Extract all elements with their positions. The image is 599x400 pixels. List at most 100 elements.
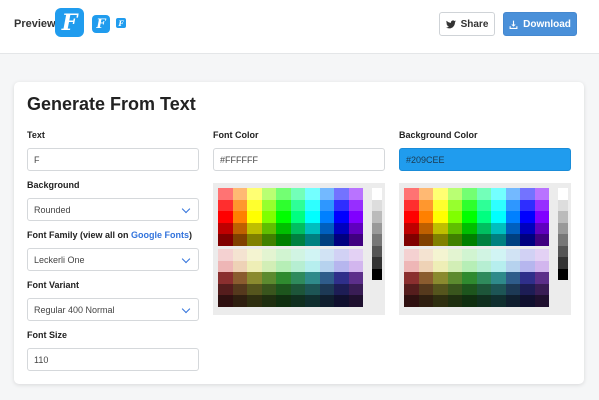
- color-swatch[interactable]: [319, 211, 334, 223]
- color-swatch[interactable]: [404, 222, 419, 234]
- gray-swatch[interactable]: [372, 257, 382, 269]
- color-swatch[interactable]: [505, 295, 520, 307]
- color-swatch[interactable]: [334, 295, 349, 307]
- color-swatch[interactable]: [418, 234, 433, 246]
- color-swatch[interactable]: [305, 283, 320, 295]
- color-swatch[interactable]: [247, 283, 262, 295]
- gray-swatch[interactable]: [558, 268, 568, 280]
- color-swatch[interactable]: [534, 188, 549, 200]
- color-swatch[interactable]: [319, 283, 334, 295]
- font-size-input[interactable]: 110: [27, 348, 199, 371]
- color-swatch[interactable]: [276, 249, 291, 261]
- color-swatch[interactable]: [447, 211, 462, 223]
- color-swatch[interactable]: [404, 272, 419, 284]
- color-swatch[interactable]: [505, 234, 520, 246]
- color-swatch[interactable]: [290, 295, 305, 307]
- color-swatch[interactable]: [447, 272, 462, 284]
- color-swatch-grid-pastel[interactable]: [218, 249, 363, 307]
- color-swatch[interactable]: [334, 234, 349, 246]
- color-swatch[interactable]: [462, 222, 477, 234]
- color-swatch[interactable]: [218, 283, 233, 295]
- color-swatch[interactable]: [491, 234, 506, 246]
- color-swatch[interactable]: [433, 188, 448, 200]
- color-swatch[interactable]: [290, 188, 305, 200]
- color-swatch[interactable]: [534, 199, 549, 211]
- color-swatch[interactable]: [404, 199, 419, 211]
- color-swatch[interactable]: [491, 199, 506, 211]
- color-swatch[interactable]: [305, 249, 320, 261]
- color-swatch[interactable]: [305, 211, 320, 223]
- color-swatch[interactable]: [261, 295, 276, 307]
- color-swatch[interactable]: [247, 260, 262, 272]
- color-swatch[interactable]: [319, 199, 334, 211]
- color-swatch[interactable]: [534, 211, 549, 223]
- gray-swatch[interactable]: [372, 245, 382, 257]
- color-swatch[interactable]: [433, 272, 448, 284]
- color-swatch[interactable]: [218, 249, 233, 261]
- color-swatch[interactable]: [476, 234, 491, 246]
- color-swatch[interactable]: [505, 199, 520, 211]
- color-swatch[interactable]: [534, 295, 549, 307]
- color-swatch[interactable]: [520, 222, 535, 234]
- color-swatch-grid-pastel[interactable]: [404, 249, 549, 307]
- share-button[interactable]: Share: [439, 12, 495, 36]
- color-swatch[interactable]: [290, 283, 305, 295]
- color-swatch[interactable]: [404, 295, 419, 307]
- color-swatch[interactable]: [447, 222, 462, 234]
- color-swatch[interactable]: [404, 260, 419, 272]
- color-swatch[interactable]: [462, 234, 477, 246]
- color-swatch[interactable]: [418, 188, 433, 200]
- color-swatch[interactable]: [305, 188, 320, 200]
- color-swatch[interactable]: [447, 234, 462, 246]
- color-swatch[interactable]: [232, 260, 247, 272]
- color-swatch[interactable]: [290, 211, 305, 223]
- color-swatch[interactable]: [505, 272, 520, 284]
- font-variant-select[interactable]: Regular 400 Normal: [27, 298, 199, 321]
- color-swatch[interactable]: [247, 295, 262, 307]
- color-swatch[interactable]: [404, 211, 419, 223]
- gray-swatch[interactable]: [372, 199, 382, 211]
- color-swatch[interactable]: [276, 295, 291, 307]
- color-swatch[interactable]: [261, 188, 276, 200]
- color-swatch[interactable]: [334, 188, 349, 200]
- color-swatch[interactable]: [232, 249, 247, 261]
- font-color-picker[interactable]: [213, 183, 385, 315]
- download-button[interactable]: Download: [503, 12, 577, 36]
- color-swatch[interactable]: [433, 283, 448, 295]
- color-swatch[interactable]: [476, 188, 491, 200]
- gray-swatch[interactable]: [558, 188, 568, 200]
- color-swatch[interactable]: [319, 295, 334, 307]
- background-color-picker[interactable]: [399, 183, 571, 315]
- gray-swatch[interactable]: [372, 188, 382, 200]
- color-swatch[interactable]: [433, 211, 448, 223]
- color-swatch[interactable]: [348, 199, 363, 211]
- color-swatch[interactable]: [491, 222, 506, 234]
- color-swatch[interactable]: [433, 249, 448, 261]
- color-swatch[interactable]: [276, 188, 291, 200]
- color-swatch[interactable]: [476, 260, 491, 272]
- color-swatch[interactable]: [247, 234, 262, 246]
- color-swatch[interactable]: [462, 260, 477, 272]
- color-swatch[interactable]: [334, 272, 349, 284]
- color-swatch[interactable]: [305, 272, 320, 284]
- color-swatch[interactable]: [505, 222, 520, 234]
- color-swatch[interactable]: [247, 222, 262, 234]
- color-swatch[interactable]: [247, 249, 262, 261]
- color-swatch[interactable]: [476, 295, 491, 307]
- color-swatch[interactable]: [433, 199, 448, 211]
- color-swatch[interactable]: [462, 249, 477, 261]
- color-swatch[interactable]: [232, 295, 247, 307]
- gray-swatch[interactable]: [558, 257, 568, 269]
- color-swatch[interactable]: [447, 260, 462, 272]
- background-color-input[interactable]: #209CEE: [399, 148, 571, 171]
- color-swatch[interactable]: [276, 234, 291, 246]
- color-swatch[interactable]: [404, 283, 419, 295]
- gray-swatch[interactable]: [558, 211, 568, 223]
- color-swatch[interactable]: [290, 249, 305, 261]
- color-swatch[interactable]: [447, 283, 462, 295]
- color-swatch[interactable]: [534, 249, 549, 261]
- color-swatch[interactable]: [334, 211, 349, 223]
- color-swatch[interactable]: [534, 222, 549, 234]
- color-swatch[interactable]: [404, 234, 419, 246]
- color-swatch[interactable]: [520, 260, 535, 272]
